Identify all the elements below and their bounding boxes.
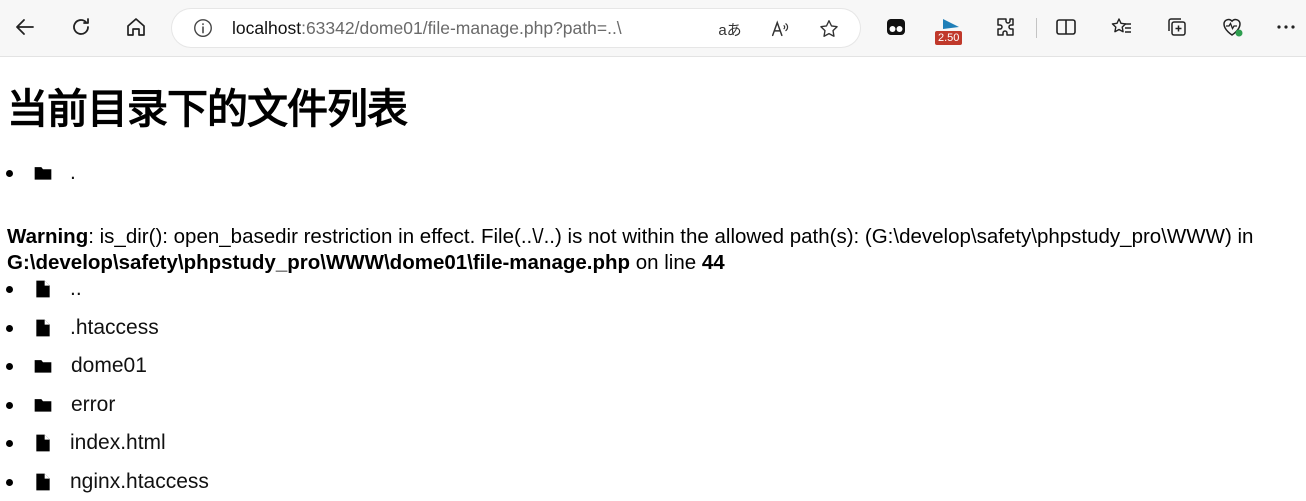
url-text[interactable]: localhost:63342/dome01/file-manage.php?p… bbox=[232, 18, 622, 39]
file-icon bbox=[36, 434, 50, 452]
tampermonkey-icon bbox=[887, 19, 905, 35]
collections-icon bbox=[1168, 18, 1186, 36]
extensions-button[interactable] bbox=[991, 12, 1021, 42]
url-path: :63342/dome01/file-manage.php?path=..\ bbox=[301, 18, 622, 38]
warning-message: : is_dir(): open_basedir restriction in … bbox=[88, 225, 1254, 248]
browser-essentials-button[interactable] bbox=[1217, 12, 1247, 42]
bullet bbox=[6, 439, 13, 447]
address-bar[interactable]: localhost:63342/dome01/file-manage.php?p… bbox=[172, 9, 860, 47]
warning-label: Warning bbox=[7, 225, 89, 248]
warning-line: 44 bbox=[701, 251, 725, 274]
speed-badge: 2.50 bbox=[935, 31, 963, 45]
folder-icon bbox=[34, 167, 52, 180]
bullet bbox=[6, 401, 13, 409]
file-icon bbox=[36, 319, 50, 337]
back-button[interactable] bbox=[10, 12, 40, 42]
extension-tampermonkey-button[interactable] bbox=[881, 12, 911, 42]
bullet bbox=[6, 285, 13, 293]
entry-name: dome01 bbox=[71, 354, 147, 377]
puzzle-icon bbox=[997, 18, 1014, 36]
toolbar-separator bbox=[1036, 18, 1037, 38]
back-arrow-icon bbox=[16, 19, 34, 35]
heart-pulse-icon bbox=[1223, 18, 1243, 37]
browser-toolbar: localhost:63342/dome01/file-manage.php?p… bbox=[0, 0, 1306, 57]
refresh-icon bbox=[73, 18, 89, 35]
home-button[interactable] bbox=[121, 12, 151, 42]
read-aloud-icon bbox=[771, 20, 789, 37]
folder-icon bbox=[34, 399, 52, 412]
page-title: 当前目录下的文件列表 bbox=[7, 85, 408, 133]
entry-name: index.html bbox=[70, 431, 166, 454]
more-menu-button[interactable] bbox=[1271, 12, 1301, 42]
favorite-button[interactable] bbox=[817, 17, 841, 41]
read-aloud-button[interactable] bbox=[768, 17, 792, 41]
bullet bbox=[6, 169, 13, 177]
collections-button[interactable] bbox=[1162, 12, 1192, 42]
warning-on-line: on line bbox=[630, 251, 702, 274]
entry-name: .. bbox=[70, 277, 82, 300]
file-icon bbox=[36, 280, 50, 298]
split-screen-icon bbox=[1056, 19, 1076, 35]
page-content: 当前目录下的文件列表 . Warning: is_dir(): open_bas… bbox=[0, 57, 1306, 501]
refresh-button[interactable] bbox=[66, 12, 96, 42]
url-host: localhost bbox=[232, 18, 302, 38]
entry-name: . bbox=[70, 161, 76, 184]
favorites-button[interactable] bbox=[1107, 12, 1137, 42]
more-dots-icon bbox=[1277, 25, 1295, 29]
entry-name: error bbox=[71, 393, 116, 416]
split-screen-button[interactable] bbox=[1051, 12, 1081, 42]
entry-name: nginx.htaccess bbox=[70, 470, 209, 493]
bullet bbox=[6, 362, 13, 370]
file-icon bbox=[36, 473, 50, 491]
translate-button[interactable]: aあ bbox=[718, 17, 742, 41]
favorites-list-icon bbox=[1111, 18, 1131, 33]
home-icon bbox=[127, 18, 145, 36]
entry-name: .htaccess bbox=[70, 316, 159, 339]
php-warning: Warning: is_dir(): open_basedir restrict… bbox=[7, 224, 1306, 276]
bullet bbox=[6, 324, 13, 332]
info-icon[interactable] bbox=[192, 17, 214, 39]
warning-file: G:\develop\safety\phpstudy_pro\WWW\dome0… bbox=[7, 251, 631, 274]
star-icon bbox=[820, 20, 838, 37]
translate-icon: aあ bbox=[718, 21, 742, 39]
folder-icon bbox=[34, 360, 52, 373]
bullet bbox=[6, 478, 13, 486]
